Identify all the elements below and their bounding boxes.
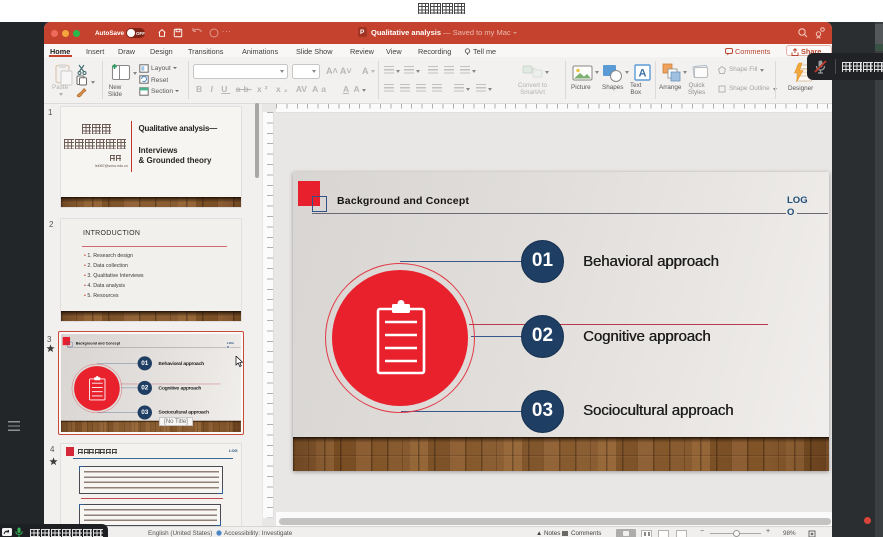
svg-text:A: A [639,67,647,79]
